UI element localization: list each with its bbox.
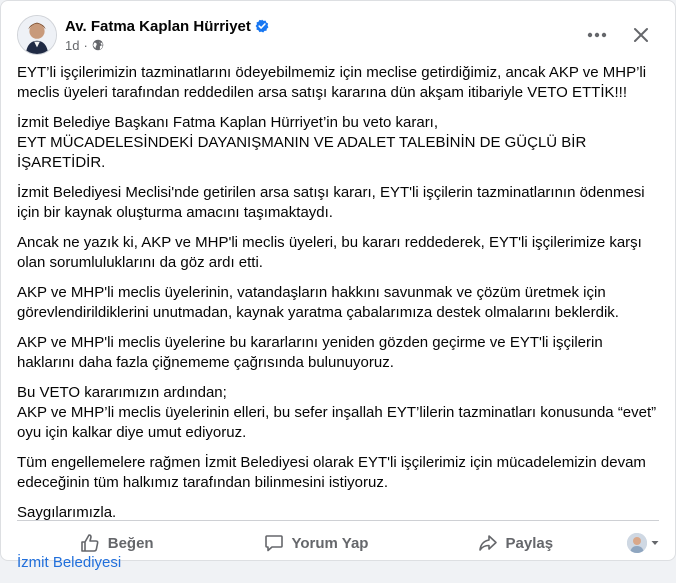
comment-label: Yorum Yap: [291, 534, 369, 552]
author-name[interactable]: Av. Fatma Kaplan Hürriyet: [65, 18, 251, 35]
like-label: Beğen: [107, 534, 154, 552]
post-timestamp[interactable]: 1d: [65, 38, 79, 53]
post-paragraph: AKP ve MHP'li meclis üyelerinin, vatanda…: [17, 284, 619, 321]
comment-button[interactable]: Yorum Yap: [216, 526, 415, 560]
author-name-row: Av. Fatma Kaplan Hürriyet: [65, 18, 269, 35]
post-paragraph: İzmit Belediye Başkanı Fatma Kaplan Hürr…: [17, 114, 587, 171]
verified-badge-icon: [255, 19, 269, 33]
separator-dot: ·: [83, 37, 88, 53]
post-paragraph: Tüm engellemelere rağmen İzmit Belediyes…: [17, 454, 646, 491]
like-icon: [80, 533, 100, 553]
post-paragraph: İzmit Belediyesi Meclisi'nde getirilen a…: [17, 184, 645, 221]
post-paragraph: Bu VETO kararımızın ardından; AKP ve MHP…: [17, 384, 657, 441]
more-options-button[interactable]: [579, 17, 615, 53]
more-options-icon: [587, 32, 607, 38]
close-icon: [633, 27, 649, 43]
share-button[interactable]: Paylaş: [416, 526, 615, 560]
share-icon: [478, 533, 498, 553]
close-button[interactable]: [623, 17, 659, 53]
like-button[interactable]: Beğen: [17, 526, 216, 560]
post-actions: Beğen Yorum Yap Paylaş: [17, 525, 659, 561]
user-avatar: [626, 533, 647, 553]
author-avatar[interactable]: [17, 15, 57, 55]
actions-divider: [17, 520, 659, 521]
react-as-selector[interactable]: [615, 533, 659, 553]
globe-icon[interactable]: [92, 39, 104, 51]
post-paragraph: EYT’li işçilerimizin tazminatlarını ödey…: [17, 64, 647, 101]
post-subline: 1d ·: [65, 38, 269, 53]
post-paragraph: AKP ve MHP'li meclis üyelerine bu kararl…: [17, 334, 603, 371]
author-meta: Av. Fatma Kaplan Hürriyet 1d ·: [65, 18, 269, 53]
post-card: Av. Fatma Kaplan Hürriyet 1d · EYT’li iş…: [0, 0, 676, 571]
post-body: EYT’li işçilerimizin tazminatlarını ödey…: [17, 63, 661, 583]
share-label: Paylaş: [505, 534, 554, 552]
chevron-down-icon: [651, 540, 659, 546]
comment-icon: [264, 533, 284, 553]
post-header: Av. Fatma Kaplan Hürriyet 1d ·: [17, 13, 659, 57]
post-paragraph: Ancak ne yazık ki, AKP ve MHP'li meclis …: [17, 234, 642, 271]
header-actions: [579, 17, 659, 53]
